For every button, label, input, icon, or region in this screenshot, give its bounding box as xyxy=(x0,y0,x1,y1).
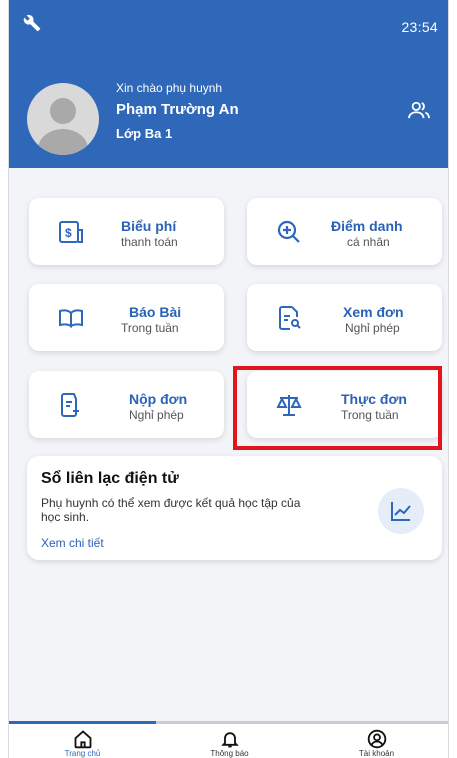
card-subtitle: Trong tuần xyxy=(341,408,399,422)
scale-icon xyxy=(275,391,305,421)
bell-icon xyxy=(220,732,239,748)
attendance-icon xyxy=(275,218,305,248)
tab-indicator-track xyxy=(156,721,448,724)
submit-form-icon xyxy=(57,391,87,421)
status-bar: 23:54 xyxy=(9,0,448,50)
view-form-icon xyxy=(275,304,305,334)
fee-icon: $ xyxy=(57,218,87,248)
card-title: Sổ liên lạc điện tử xyxy=(41,470,179,487)
attendance-card[interactable]: Điểm danh cá nhân xyxy=(247,198,442,265)
status-time: 23:54 xyxy=(401,19,438,35)
homework-card[interactable]: Báo Bài Trong tuần xyxy=(29,284,224,351)
switch-student-icon[interactable] xyxy=(408,100,430,125)
chart-button[interactable] xyxy=(378,488,424,534)
nav-account[interactable]: Tài khoản xyxy=(303,729,448,758)
app-screen: 23:54 Xin chào phụ huynh Phạm Trường An … xyxy=(8,0,449,758)
active-tab-indicator xyxy=(9,721,156,724)
card-title: Thực đơn xyxy=(341,391,407,407)
avatar[interactable] xyxy=(27,83,99,155)
view-leave-card[interactable]: Xem đơn Nghỉ phép xyxy=(247,284,442,351)
account-icon xyxy=(367,729,386,749)
card-title: Nộp đơn xyxy=(129,391,188,407)
card-title: Biểu phí xyxy=(121,218,177,234)
card-title: Điểm danh xyxy=(331,218,403,234)
card-subtitle: thanh toán xyxy=(121,235,178,249)
card-subtitle: Trong tuần xyxy=(121,321,179,335)
nav-notifications[interactable]: Thông báo xyxy=(156,729,303,758)
book-icon xyxy=(57,304,87,334)
submit-leave-card[interactable]: Nộp đơn Nghỉ phép xyxy=(29,371,224,438)
card-subtitle: cá nhân xyxy=(347,235,390,249)
fee-card[interactable]: $ Biểu phí thanh toán xyxy=(29,198,224,265)
nav-label: Thông báo xyxy=(210,749,249,758)
card-title: Báo Bài xyxy=(129,304,182,320)
card-description: Phụ huynh có thể xem được kết quả học tậ… xyxy=(41,496,301,524)
nav-label: Trang chủ xyxy=(64,749,101,758)
view-details-link[interactable]: Xem chi tiết xyxy=(41,536,104,550)
line-chart-icon xyxy=(391,502,411,521)
card-title: Xem đơn xyxy=(343,304,404,320)
card-subtitle: Nghỉ phép xyxy=(129,408,184,422)
student-name: Phạm Trường An xyxy=(116,101,239,118)
card-subtitle: Nghỉ phép xyxy=(345,321,400,335)
wrench-icon xyxy=(23,14,41,37)
nav-home[interactable]: Trang chủ xyxy=(9,729,156,758)
bottom-navigation: Trang chủ Thông báo Tài khoản xyxy=(9,721,448,758)
greeting-text: Xin chào phụ huynh xyxy=(116,81,223,95)
svg-text:$: $ xyxy=(65,226,72,240)
nav-label: Tài khoản xyxy=(358,749,395,758)
menu-week-card[interactable]: Thực đơn Trong tuần xyxy=(247,371,442,438)
profile-header: Xin chào phụ huynh Phạm Trường An Lớp Ba… xyxy=(9,50,448,168)
e-contact-book-card[interactable]: Sổ liên lạc điện tử Phụ huynh có thể xem… xyxy=(27,456,442,560)
class-name: Lớp Ba 1 xyxy=(116,126,173,141)
home-icon xyxy=(74,730,91,749)
